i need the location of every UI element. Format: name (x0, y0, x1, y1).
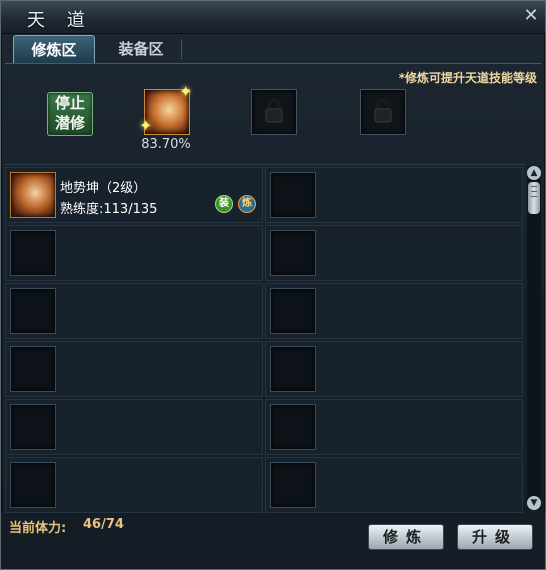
empty-slot[interactable] (10, 230, 56, 276)
tab-underline (5, 63, 541, 64)
stop-cultivation-button[interactable]: 停止 潜修 (47, 92, 93, 136)
empty-slot[interactable] (270, 404, 316, 450)
locked-slot-1[interactable] (251, 89, 297, 135)
tab-divider (181, 39, 182, 59)
empty-skill-entry[interactable] (265, 457, 523, 513)
empty-slot[interactable] (270, 462, 316, 508)
spark-icon: ✦ (179, 82, 193, 101)
tab-equipment[interactable]: 装备区 (101, 35, 181, 63)
scroll-thumb[interactable] (528, 182, 540, 214)
empty-skill-entry[interactable] (5, 341, 263, 397)
skill-list: 地势坤（2级） 熟练度:113/135 装 炼 (5, 164, 525, 513)
empty-skill-entry[interactable] (265, 225, 523, 281)
empty-skill-entry[interactable] (265, 167, 523, 223)
scroll-up-icon[interactable]: ▲ (527, 166, 541, 180)
empty-skill-entry[interactable] (265, 283, 523, 339)
empty-slot[interactable] (270, 230, 316, 276)
skill-proficiency: 熟练度:113/135 (60, 202, 158, 217)
cultivation-progress: 83.70% (141, 137, 191, 152)
close-icon[interactable]: ✕ (523, 7, 539, 25)
scroll-down-icon[interactable]: ▼ (527, 496, 541, 510)
equip-badge-icon[interactable]: 装 (215, 195, 233, 213)
empty-slot[interactable] (270, 346, 316, 392)
empty-skill-entry[interactable] (5, 457, 263, 513)
locked-slot-2[interactable] (360, 89, 406, 135)
skill-list-scrollbar[interactable]: ▲ ▼ (527, 166, 541, 510)
empty-slot[interactable] (270, 172, 316, 218)
tiandao-window: 天 道 ✕ 修炼区 装备区 *修炼可提升天道技能等级 停止 潜修 ✦ ✦ 83.… (0, 0, 546, 570)
empty-skill-entry[interactable] (265, 399, 523, 455)
skill-entry[interactable]: 地势坤（2级） 熟练度:113/135 装 炼 (5, 167, 263, 223)
title-bar[interactable]: 天 道 ✕ (1, 1, 545, 34)
lock-icon (374, 98, 392, 123)
tab-cultivation[interactable]: 修炼区 (13, 35, 95, 64)
empty-slot[interactable] (10, 346, 56, 392)
stop-button-line1: 停止 (54, 94, 85, 112)
stop-button-line2: 潜修 (54, 114, 85, 132)
stamina-label: 当前体力: (9, 521, 67, 536)
hint-text: *修炼可提升天道技能等级 (398, 71, 537, 85)
skill-name: 地势坤（2级） (60, 181, 147, 196)
train-badge-icon[interactable]: 炼 (238, 195, 256, 213)
stamina-value: 46/74 (83, 517, 124, 532)
empty-skill-entry[interactable] (5, 399, 263, 455)
lock-icon (265, 98, 283, 123)
train-button[interactable]: 修炼 (368, 524, 444, 550)
empty-slot[interactable] (10, 288, 56, 334)
skill-icon-slot[interactable] (10, 172, 56, 218)
empty-skill-entry[interactable] (5, 283, 263, 339)
empty-skill-entry[interactable] (5, 225, 263, 281)
empty-slot[interactable] (10, 462, 56, 508)
spark-icon: ✦ (139, 116, 153, 135)
window-title: 天 道 (27, 10, 93, 31)
active-cultivation-slot[interactable]: ✦ ✦ (139, 82, 192, 135)
empty-slot[interactable] (10, 404, 56, 450)
footer-bar: 当前体力: 46/74 修炼 升级 (1, 513, 545, 569)
empty-skill-entry[interactable] (265, 341, 523, 397)
upgrade-button[interactable]: 升级 (457, 524, 533, 550)
empty-slot[interactable] (270, 288, 316, 334)
